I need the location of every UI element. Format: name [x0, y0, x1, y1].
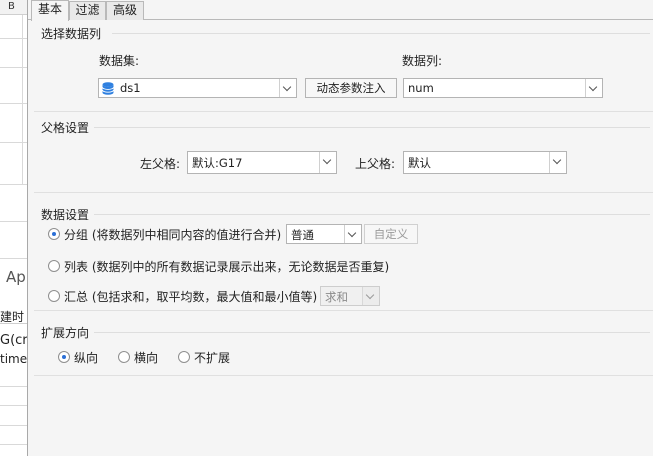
tab-advanced[interactable]: 高级 [106, 1, 144, 20]
expand-horizontal-radio[interactable] [118, 351, 130, 363]
section-divider [94, 214, 650, 215]
chevron-down-icon[interactable] [549, 152, 566, 173]
column-header-label: B [8, 1, 15, 12]
grid-line [0, 444, 27, 445]
expand-vertical-label[interactable]: 纵向 [74, 349, 98, 366]
cell-properties-panel: 基本 过滤 高级 选择数据列 数据集: ds1 动态参数注入 数据列: num … [27, 0, 653, 456]
grid-line [0, 142, 27, 143]
grid-vline [22, 15, 23, 185]
section-title-expand-direction: 扩展方向 [41, 326, 90, 340]
section-title-data-settings: 数据设置 [41, 208, 90, 222]
summary-radio[interactable] [48, 290, 60, 302]
expand-none-radio[interactable] [178, 351, 190, 363]
grid-line [0, 258, 27, 259]
top-parent-label: 上父格: [355, 157, 396, 171]
grid-line [0, 405, 27, 406]
section-divider [94, 127, 650, 128]
grid-line [0, 323, 27, 324]
grid-line [0, 425, 27, 426]
grid-line [0, 103, 27, 104]
list-radio[interactable] [48, 260, 60, 272]
summary-mode-value: 求和 [325, 290, 348, 304]
spreadsheet-background: B Ap 建时 G(cr time [0, 0, 27, 456]
section-title-select-column: 选择数据列 [41, 27, 102, 41]
grid-line [0, 221, 27, 222]
left-parent-value: 默认:G17 [192, 156, 243, 170]
chevron-down-icon[interactable] [319, 152, 336, 173]
tab-bar: 基本 过滤 高级 [28, 0, 653, 21]
data-column-value: num [408, 81, 434, 95]
grid-line [0, 184, 27, 185]
dataset-value: ds1 [120, 81, 141, 95]
grid-line [0, 38, 27, 39]
data-column-select[interactable]: num [403, 78, 603, 98]
database-icon [102, 82, 114, 95]
expand-horizontal-label[interactable]: 横向 [134, 349, 158, 366]
custom-button[interactable]: 自定义 [364, 224, 418, 244]
grid-line [0, 67, 27, 68]
cell-text: time [0, 352, 27, 366]
top-parent-value: 默认 [408, 156, 431, 170]
chevron-down-icon[interactable] [344, 225, 361, 243]
left-parent-select[interactable]: 默认:G17 [187, 151, 337, 174]
tab-filter[interactable]: 过滤 [69, 1, 106, 20]
top-parent-select[interactable]: 默认 [403, 151, 567, 174]
cell-text: Ap [6, 268, 26, 286]
group-option-label[interactable]: 分组 (将数据列中相同内容的值进行合并) [64, 226, 281, 243]
expand-direction-section [34, 320, 653, 376]
summary-mode-select[interactable]: 求和 [320, 286, 380, 306]
cell-text: G(cr [0, 333, 27, 348]
grid-line [0, 386, 27, 387]
dataset-select[interactable]: ds1 [98, 78, 297, 98]
chevron-down-icon[interactable] [279, 79, 296, 97]
list-option-label[interactable]: 列表 (数据列中的所有数据记录展示出来，无论数据是否重复) [64, 258, 389, 275]
dataset-label: 数据集: [99, 54, 140, 68]
chevron-down-icon[interactable] [362, 287, 379, 305]
section-divider [112, 33, 650, 34]
expand-none-label[interactable]: 不扩展 [194, 349, 230, 366]
dynamic-param-injection-button[interactable]: 动态参数注入 [305, 78, 397, 98]
section-title-parent-settings: 父格设置 [41, 121, 90, 135]
summary-option-label[interactable]: 汇总 (包括求和，取平均数，最大值和最小值等) [64, 288, 317, 305]
column-header: B [0, 0, 27, 15]
expand-vertical-radio[interactable] [58, 351, 70, 363]
left-parent-label: 左父格: [140, 157, 181, 171]
group-mode-select[interactable]: 普通 [286, 224, 362, 244]
group-radio[interactable] [48, 228, 60, 240]
tab-basic[interactable]: 基本 [31, 0, 69, 21]
chevron-down-icon[interactable] [585, 79, 602, 97]
data-column-label: 数据列: [402, 54, 443, 68]
section-divider [94, 332, 650, 333]
group-mode-value: 普通 [291, 228, 314, 242]
